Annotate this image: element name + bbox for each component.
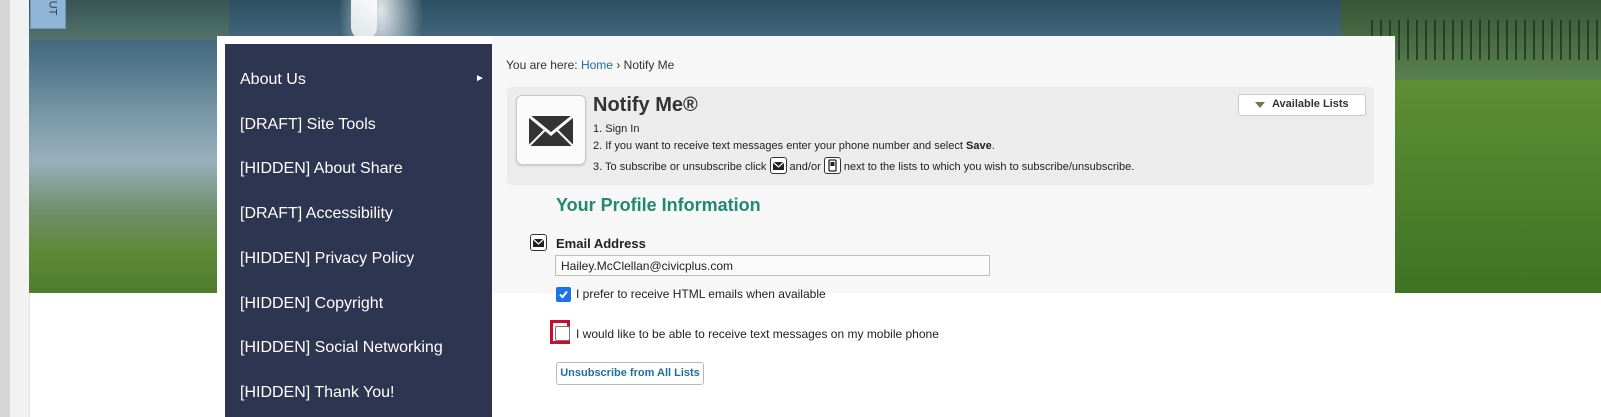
hero-fence — [1371, 20, 1601, 60]
sidebar-item-about-share[interactable]: [HIDDEN] About Share — [240, 160, 403, 178]
window-edge — [0, 0, 10, 417]
dropdown-triangle-icon — [1255, 102, 1265, 108]
step-3-text: 3. To subscribe or unsubscribe click and… — [593, 157, 1134, 174]
envelope-icon[interactable] — [530, 234, 547, 251]
sidebar-item-privacy-policy[interactable]: [HIDDEN] Privacy Policy — [240, 250, 414, 268]
sidebar-item-accessibility[interactable]: [DRAFT] Accessibility — [240, 205, 393, 223]
step-1-text: 1. Sign In — [593, 123, 640, 135]
breadcrumb: You are here: Home › Notify Me — [506, 58, 674, 72]
sidebar-item-thank-you[interactable]: [HIDDEN] Thank You! — [240, 384, 394, 402]
sidebar-nav: About Us ► [DRAFT] Site Tools [HIDDEN] A… — [225, 44, 492, 417]
step-3-prefix: 3. To subscribe or unsubscribe click — [593, 161, 770, 173]
breadcrumb-separator: › — [616, 58, 621, 72]
step-2-suffix: . — [991, 140, 995, 152]
sidebar-item-social-networking[interactable]: [HIDDEN] Social Networking — [240, 339, 443, 357]
hero-fountain — [351, 0, 377, 40]
sms-opt-in-label[interactable]: I would like to be able to receive text … — [576, 327, 939, 341]
envelope-icon — [769, 157, 787, 174]
step-2-prefix: 2. If you want to receive text messages … — [593, 140, 966, 152]
sidebar-item-about-us[interactable]: About Us — [240, 71, 306, 89]
side-tab-stub[interactable]: UT — [30, 0, 66, 29]
breadcrumb-prefix: You are here: — [506, 58, 578, 72]
html-pref-checkbox[interactable] — [556, 287, 571, 302]
email-address-label: Email Address — [556, 236, 646, 251]
unsubscribe-all-button[interactable]: Unsubscribe from All Lists — [556, 362, 704, 385]
sms-opt-in-checkbox[interactable] — [555, 326, 570, 341]
html-pref-label[interactable]: I prefer to receive HTML emails when ava… — [576, 287, 826, 301]
sidebar-item-site-tools[interactable]: [DRAFT] Site Tools — [240, 116, 376, 134]
hero-lawn — [1371, 80, 1601, 293]
step-2-text: 2. If you want to receive text messages … — [593, 140, 995, 152]
breadcrumb-home-link[interactable]: Home — [581, 58, 613, 72]
side-tab-label: UT — [46, 0, 59, 16]
submenu-arrow-icon[interactable]: ► — [475, 73, 485, 84]
email-field[interactable] — [555, 255, 990, 276]
profile-section-title: Your Profile Information — [556, 195, 761, 215]
step-2-save-word: Save — [966, 140, 992, 152]
sidebar-item-copyright[interactable]: [HIDDEN] Copyright — [240, 295, 383, 313]
envelope-icon — [516, 95, 586, 165]
available-lists-label: Available Lists — [1272, 98, 1349, 110]
step-3-suffix: next to the lists to which you wish to s… — [840, 161, 1135, 173]
mobile-phone-icon — [823, 157, 841, 174]
step-3-middle: and/or — [786, 161, 824, 173]
breadcrumb-current: Notify Me — [623, 58, 675, 72]
window-gutter — [10, 0, 30, 417]
available-lists-button[interactable]: Available Lists — [1238, 94, 1366, 116]
page-title: Notify Me® — [593, 94, 698, 116]
